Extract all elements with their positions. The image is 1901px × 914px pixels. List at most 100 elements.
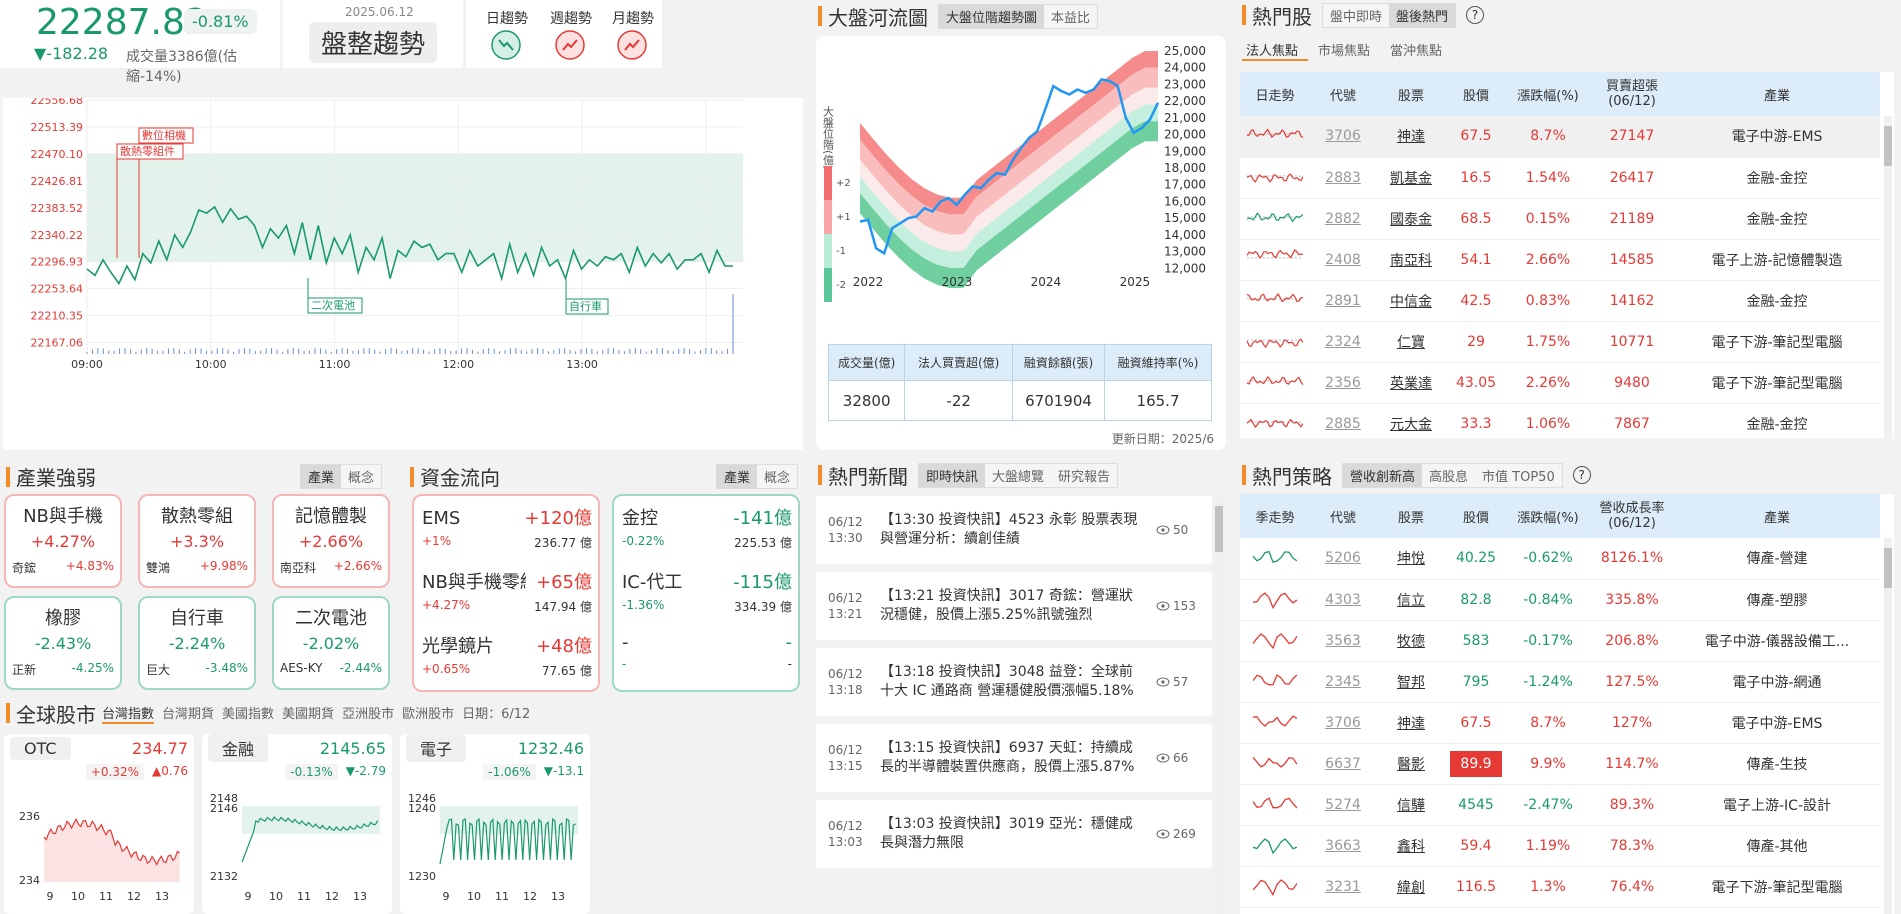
tab-tw-futures[interactable]: 台灣期貨	[162, 703, 214, 724]
stock-name[interactable]: 中信金	[1390, 294, 1432, 310]
tab-research[interactable]: 研究報告	[1051, 463, 1118, 487]
tab-market-overview[interactable]: 大盤總覽	[985, 463, 1052, 487]
market-mini-card[interactable]: OTC 234.77 +0.32% ▲0.76 236 234 9 10 11 12 13	[4, 734, 194, 914]
flow-item[interactable]: IC-代工 -115億 -1.36% 334.39 億	[622, 568, 792, 626]
stock-name[interactable]: 神達	[1397, 716, 1425, 732]
tab-asia[interactable]: 亞洲股市	[342, 703, 394, 724]
down-trend-icon[interactable]	[491, 30, 521, 60]
sort-header[interactable]: 營收成長率 (06/12)	[1590, 494, 1674, 538]
help-icon[interactable]: ?	[1466, 6, 1485, 24]
news-item[interactable]: 06/12 13:18 【13:18 投資快訊】3048 益登：全球前十大 IC 通…	[816, 648, 1212, 724]
flow-item[interactable]: EMS +120億 +1% 236.77 億	[422, 504, 592, 562]
stock-name[interactable]: 信驊	[1397, 798, 1425, 814]
tab-revenue-high[interactable]: 營收創新高	[1343, 463, 1423, 487]
table-row[interactable]: 5206 坤悅 40.25 -0.62% 8126.1% 傳產-營建	[1240, 538, 1880, 580]
tab-industry[interactable]: 產業	[301, 465, 342, 488]
stock-name[interactable]: 南亞科	[1390, 253, 1432, 269]
table-row[interactable]: 2891 中信金 42.5 0.83% 14162 金融-金控	[1240, 280, 1880, 322]
industry-card[interactable]: 散熱零組 +3.3% 雙鴻 +9.98%	[138, 494, 256, 588]
up-trend-icon[interactable]	[555, 30, 585, 60]
news-headline[interactable]: 【13:21 投資快訊】3017 奇鋐：營運狀況穩健，股價上漲5.25%訊號強烈	[870, 587, 1156, 625]
table-row[interactable]: 5274 信驊 4545 -2.47% 89.3% 電子上游-IC-設計	[1240, 784, 1880, 826]
subtab-daytrade[interactable]: 當沖焦點	[1380, 40, 1452, 61]
news-headline[interactable]: 【13:03 投資快訊】3019 亞光：穩健成長與潛力無限	[870, 815, 1156, 853]
market-mini-card[interactable]: 金融 2145.65 -0.13% ▼-2.79 2148 2146 2132 9 10 11 12…	[202, 734, 392, 914]
scrollbar[interactable]	[1214, 496, 1224, 914]
flow-item[interactable]: 光學鏡片 +48億 +0.65% 77.65 億	[422, 632, 592, 690]
tab-tw-index[interactable]: 台灣指數	[102, 703, 155, 724]
news-item[interactable]: 06/12 13:15 【13:15 投資快訊】6937 天虹：持續成長的半導體裝置…	[816, 724, 1212, 800]
tab-river-level[interactable]: 大盤位階趨勢圖	[939, 4, 1045, 28]
stock-code[interactable]: 5206	[1325, 550, 1361, 566]
stock-name[interactable]: 仁寶	[1397, 335, 1425, 351]
flow-item[interactable]: - - - -	[622, 632, 792, 690]
news-headline[interactable]: 【13:15 投資快訊】6937 天虹：持續成長的半導體裝置供應商，股價上漲5.…	[870, 739, 1156, 777]
news-item[interactable]: 06/12 13:03 【13:03 投資快訊】3019 亞光：穩健成長與潛力無限 2…	[816, 800, 1212, 876]
news-headline[interactable]: 【13:18 投資快訊】3048 益登：全球前十大 IC 通路商 營運穩健股價漲…	[870, 663, 1156, 701]
stock-name[interactable]: 元大金	[1390, 417, 1432, 433]
flow-item[interactable]: 金控 -141億 -0.22% 225.53 億	[622, 504, 792, 562]
tab-concept[interactable]: 概念	[341, 465, 382, 488]
stock-code[interactable]: 2882	[1325, 211, 1361, 227]
stock-code[interactable]: 6637	[1325, 756, 1361, 772]
industry-card[interactable]: NB與手機 +4.27% 奇鋐 +4.83%	[4, 494, 122, 588]
news-item[interactable]: 06/12 13:21 【13:21 投資快訊】3017 奇鋐：營運狀況穩健，股價上…	[816, 572, 1212, 648]
stock-code[interactable]: 2408	[1325, 252, 1361, 268]
industry-card[interactable]: 橡膠 -2.43% 正新 -4.25%	[4, 596, 122, 690]
help-icon[interactable]: ?	[1572, 466, 1591, 484]
tab-flash-news[interactable]: 即時快訊	[919, 463, 986, 487]
stock-name[interactable]: 鑫科	[1397, 839, 1425, 855]
stock-name[interactable]: 牧德	[1397, 634, 1425, 650]
river-chart[interactable]: 大盤位階(億)+2 +1 -1 -2 25,000 24,000 23,000 22,000 2…	[816, 36, 1226, 336]
tab-after-hours[interactable]: 盤後熱門	[1389, 3, 1456, 27]
stock-code[interactable]: 2885	[1325, 416, 1361, 432]
table-row[interactable]: 3706 神達 67.5 8.7% 27147 電子中游-EMS	[1240, 116, 1880, 158]
stock-name[interactable]: 智邦	[1397, 675, 1425, 691]
stock-code[interactable]: 3663	[1325, 838, 1361, 854]
stock-code[interactable]: 3563	[1325, 633, 1361, 649]
table-row[interactable]: 6637 醫影 89.9 9.9% 114.7% 傳產-生技	[1240, 743, 1880, 785]
market-mini-card[interactable]: 電子 1232.46 -1.06% ▼-13.1 1246 1240 1230 9 10 11 12…	[400, 734, 590, 914]
stock-code[interactable]: 3706	[1325, 128, 1361, 144]
tab-europe[interactable]: 歐洲股市	[402, 703, 454, 724]
tab-high-dividend[interactable]: 高股息	[1422, 463, 1476, 487]
stock-code[interactable]: 5274	[1325, 797, 1361, 813]
table-row[interactable]: 2882 國泰金 68.5 0.15% 21189 金融-金控	[1240, 198, 1880, 240]
table-row[interactable]: 3231 緯創 116.5 1.3% 76.4% 電子下游-筆記型電腦	[1240, 866, 1880, 908]
stock-code[interactable]: 2345	[1325, 674, 1361, 690]
scrollbar[interactable]	[1884, 538, 1892, 914]
table-row[interactable]: 2885 元大金 33.3 1.06% 7867 金融-金控	[1240, 403, 1880, 438]
table-row[interactable]: 2408 南亞科 54.1 2.66% 14585 電子上游-記憶體製造	[1240, 239, 1880, 281]
stock-name[interactable]: 醫影	[1397, 757, 1425, 773]
table-row[interactable]: 3563 牧德 583 -0.17% 206.8% 電子中游-儀器設備工...	[1240, 620, 1880, 662]
tab-top50[interactable]: 市值 TOP50	[1475, 463, 1562, 487]
stock-code[interactable]: 2883	[1325, 170, 1361, 186]
tab-river-pe[interactable]: 本益比	[1044, 4, 1098, 28]
tab-intraday[interactable]: 盤中即時	[1323, 3, 1390, 27]
stock-code[interactable]: 2356	[1325, 375, 1361, 391]
stock-name[interactable]: 國泰金	[1390, 212, 1432, 228]
subtab-market[interactable]: 市場焦點	[1308, 40, 1380, 61]
table-row[interactable]: 3663 鑫科 59.4 1.19% 78.3% 傳產-其他	[1240, 825, 1880, 867]
stock-name[interactable]: 凱基金	[1390, 171, 1432, 187]
table-row[interactable]: 2345 智邦 795 -1.24% 127.5% 電子中游-網通	[1240, 661, 1880, 703]
stock-name[interactable]: 坤悅	[1397, 551, 1425, 567]
scrollbar[interactable]	[1884, 116, 1892, 438]
news-item[interactable]: 06/12 13:30 【13:30 投資快訊】4523 永彰 股票表現與營運分析：…	[816, 496, 1212, 572]
stock-code[interactable]: 3706	[1325, 715, 1361, 731]
stock-name[interactable]: 信立	[1397, 593, 1425, 609]
tab-us-index[interactable]: 美國指數	[222, 703, 274, 724]
tab-concept[interactable]: 概念	[757, 465, 798, 488]
industry-card[interactable]: 二次電池 -2.02% AES-KY -2.44%	[272, 596, 390, 690]
table-row[interactable]: 4303 信立 82.8 -0.84% 335.8% 傳產-塑膠	[1240, 579, 1880, 621]
tab-us-futures[interactable]: 美國期貨	[282, 703, 334, 724]
table-row[interactable]: 2883 凱基金 16.5 1.54% 26417 金融-金控	[1240, 157, 1880, 199]
stock-name[interactable]: 神達	[1397, 129, 1425, 145]
stock-code[interactable]: 2891	[1325, 293, 1361, 309]
stock-code[interactable]: 2324	[1325, 334, 1361, 350]
table-row[interactable]: 2356 英業達 43.05 2.26% 9480 電子下游-筆記型電腦	[1240, 362, 1880, 404]
stock-code[interactable]: 4303	[1325, 592, 1361, 608]
sort-header[interactable]: 買賣超張 (06/12)	[1590, 72, 1674, 116]
stock-code[interactable]: 3231	[1325, 879, 1361, 895]
table-row[interactable]: 3706 神達 67.5 8.7% 127% 電子中游-EMS	[1240, 702, 1880, 744]
